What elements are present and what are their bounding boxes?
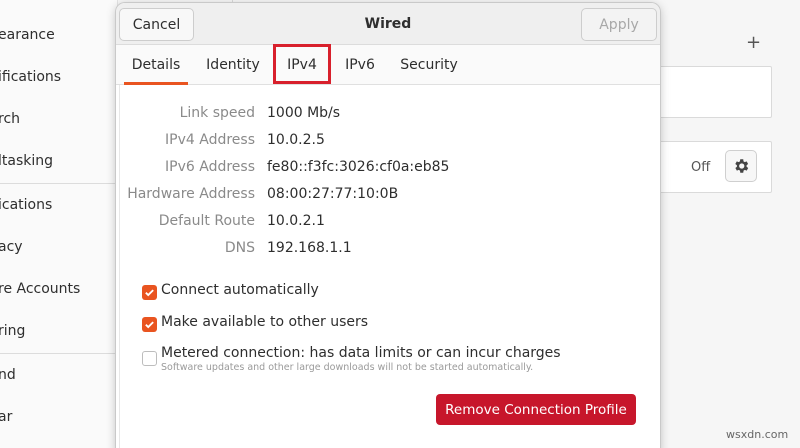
available-to-other-users-label[interactable]: Make available to other users: [161, 314, 368, 330]
proxy-settings-button[interactable]: [725, 150, 757, 182]
sidebar-item-online-accounts[interactable]: re Accounts: [0, 268, 118, 310]
tab-details[interactable]: Details: [124, 45, 188, 85]
dialog-title: Wired: [364, 16, 412, 32]
connect-automatically-checkbox[interactable]: [142, 285, 157, 300]
checkmark-icon: [145, 289, 154, 297]
metered-connection-description: Software updates and other large downloa…: [161, 362, 534, 373]
sidebar-item-appearance[interactable]: earance: [0, 14, 118, 56]
cancel-button[interactable]: Cancel: [119, 8, 194, 41]
add-connection-button[interactable]: +: [746, 32, 761, 53]
dns-value: 192.168.1.1: [267, 240, 352, 256]
sidebar-item-sharing[interactable]: ring: [0, 310, 118, 352]
dns-label: DNS: [224, 240, 255, 256]
vpn-list-box: [650, 66, 772, 118]
ipv4-address-label: IPv4 Address: [165, 132, 255, 148]
sidebar-item-privacy[interactable]: acy: [0, 226, 118, 268]
link-speed-value: 1000 Mb/s: [267, 105, 341, 121]
watermark: wsxdn.com: [726, 428, 789, 441]
tab-ipv4[interactable]: IPv4: [278, 45, 326, 85]
sidebar-item-applications[interactable]: ications: [0, 184, 118, 226]
sidebar-item-search[interactable]: rch: [0, 98, 118, 140]
proxy-status-label: Off: [691, 160, 711, 175]
details-panel: Link speed 1000 Mb/s IPv4 Address 10.0.2…: [116, 85, 660, 448]
dialog-header: Cancel Wired Apply: [116, 3, 660, 45]
link-speed-label: Link speed: [179, 105, 255, 121]
checkmark-icon: [145, 321, 154, 329]
ipv6-address-value: fe80::f3fc:3026:cf0a:eb85: [267, 159, 450, 175]
metered-connection-checkbox[interactable]: [142, 351, 157, 366]
settings-sidebar: earance ifications rch ltasking ications…: [0, 0, 118, 448]
tab-bar: Details Identity IPv4 IPv6 Security: [116, 45, 660, 85]
ipv4-address-value: 10.0.2.5: [267, 132, 325, 148]
sidebar-item-sound[interactable]: nd: [0, 354, 118, 396]
sidebar-item-power[interactable]: ar: [0, 396, 118, 438]
hardware-address-label: Hardware Address: [127, 186, 255, 202]
sidebar-item-multitasking[interactable]: ltasking: [0, 140, 118, 182]
ipv6-address-label: IPv6 Address: [165, 159, 255, 175]
connect-automatically-label[interactable]: Connect automatically: [161, 282, 319, 298]
wired-dialog: Cancel Wired Apply Details Identity IPv4…: [116, 3, 660, 448]
tab-identity[interactable]: Identity: [200, 45, 266, 85]
tab-security[interactable]: Security: [396, 45, 462, 85]
tab-ipv6[interactable]: IPv6: [338, 45, 382, 85]
available-to-other-users-checkbox[interactable]: [142, 317, 157, 332]
default-route-label: Default Route: [158, 213, 255, 229]
gear-icon: [735, 159, 749, 173]
hardware-address-value: 08:00:27:77:10:0B: [267, 186, 399, 202]
sidebar-item-notifications[interactable]: ifications: [0, 56, 118, 98]
apply-button[interactable]: Apply: [581, 8, 657, 41]
remove-connection-profile-button[interactable]: Remove Connection Profile: [436, 394, 636, 425]
default-route-value: 10.0.2.1: [267, 213, 325, 229]
metered-connection-label[interactable]: Metered connection: has data limits or c…: [161, 345, 561, 361]
